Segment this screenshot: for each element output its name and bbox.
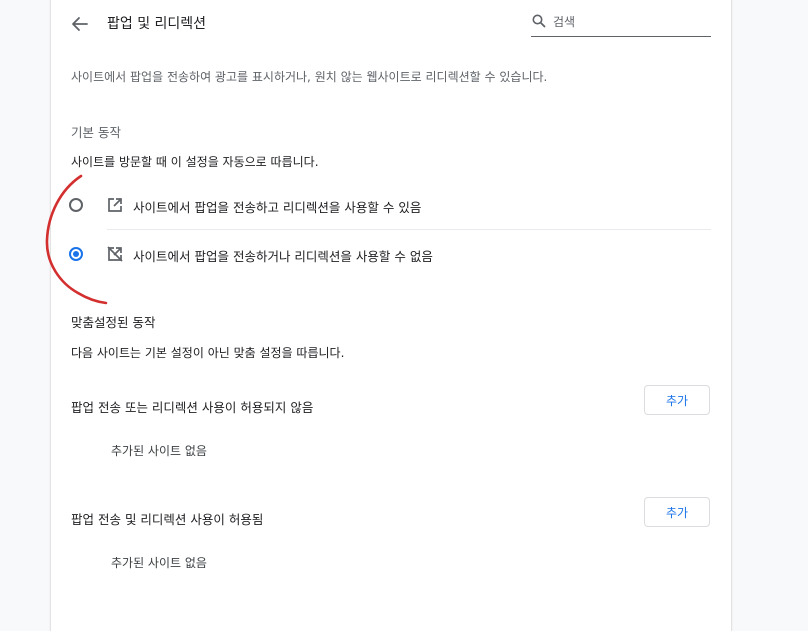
- custom-behavior-subheading: 다음 사이트는 기본 설정이 아닌 맞춤 설정을 따릅니다.: [71, 346, 345, 360]
- allowed-list-title: 팝업 전송 및 리디렉션 사용이 허용됨: [71, 512, 264, 527]
- blocked-list-title: 팝업 전송 또는 리디렉션 사용이 허용되지 않음: [71, 400, 314, 415]
- radio-button-allow[interactable]: [69, 198, 83, 212]
- add-blocked-site-button[interactable]: 추가: [644, 385, 710, 415]
- radio-label-allow: 사이트에서 팝업을 전송하고 리디렉션을 사용할 수 있음: [133, 200, 422, 215]
- search-box[interactable]: [531, 10, 711, 37]
- search-input[interactable]: [551, 11, 711, 33]
- radio-option-block[interactable]: 사이트에서 팝업을 전송하거나 리디렉션을 사용할 수 없음: [69, 232, 711, 278]
- add-allowed-site-button[interactable]: 추가: [644, 497, 710, 527]
- open-in-new-icon: [108, 198, 122, 212]
- page-title: 팝업 및 리디렉션: [107, 16, 207, 32]
- radio-option-allow[interactable]: 사이트에서 팝업을 전송하고 리디렉션을 사용할 수 있음: [69, 183, 711, 229]
- blocked-list-empty-text: 추가된 사이트 없음: [111, 444, 207, 458]
- allowed-list-empty-text: 추가된 사이트 없음: [111, 556, 207, 570]
- custom-behavior-heading: 맞춤설정된 동작: [71, 315, 156, 330]
- back-button[interactable]: [67, 11, 93, 37]
- settings-card: 팝업 및 리디렉션 사이트에서 팝업을 전송하여 광고를 표시하거나, 원치 않…: [50, 0, 732, 631]
- arrow-back-icon: [72, 17, 88, 31]
- default-behavior-heading: 기본 동작: [71, 125, 121, 140]
- radio-button-block[interactable]: [69, 247, 83, 261]
- radio-label-block: 사이트에서 팝업을 전송하거나 리디렉션을 사용할 수 없음: [133, 249, 433, 264]
- search-icon: [532, 14, 546, 28]
- page-description: 사이트에서 팝업을 전송하여 광고를 표시하거나, 원치 않는 웹사이트로 리디…: [71, 70, 548, 84]
- open-in-new-off-icon: [107, 246, 123, 262]
- divider: [107, 229, 711, 230]
- default-behavior-subheading: 사이트를 방문할 때 이 설정을 자동으로 따릅니다.: [71, 155, 319, 169]
